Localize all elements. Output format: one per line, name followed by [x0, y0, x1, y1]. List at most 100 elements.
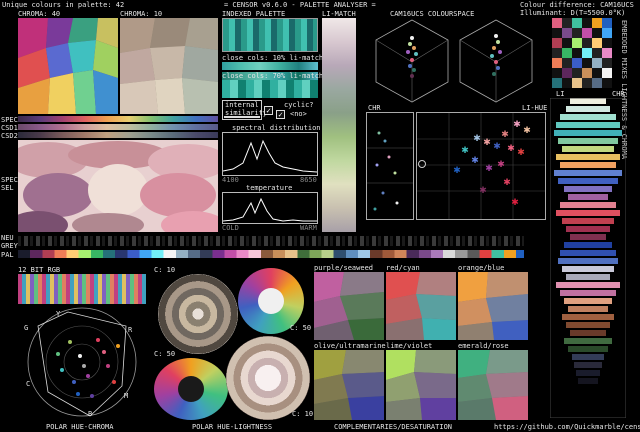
close-cols-70-label: close cols: 70% li-match	[222, 72, 324, 80]
svg-text:✱: ✱	[471, 156, 479, 166]
temperature-warm: WARM	[300, 224, 317, 232]
svg-text:✱: ✱	[513, 120, 521, 130]
close-cols-10-swatches	[222, 62, 318, 70]
comp-map-emerald-rose	[458, 350, 528, 420]
hue-lightness-wheel-c50-bottom-center	[178, 376, 204, 402]
indexed-palette-grid	[222, 18, 318, 52]
cam16ucs-cube-left	[372, 18, 452, 104]
hue-chroma-b-label: B	[88, 410, 93, 418]
hue-chroma-m-label: M	[124, 392, 129, 400]
comp-label-2: orange/blue	[458, 264, 505, 272]
csd2-label: CSD2	[1, 132, 18, 140]
internal-similarity-label: internal similarity	[225, 101, 268, 117]
unique-colours-count: Unique colours in palette: 42	[2, 1, 125, 9]
comp-label-0: purple/seaweed	[314, 264, 374, 272]
footer-polar-hue-lightness: POLAR HUE-LIGHTNESS	[192, 423, 273, 431]
svg-text:✱: ✱	[493, 142, 501, 152]
comp-label-4: lime/violet	[386, 342, 433, 350]
csd2-bar	[18, 132, 218, 138]
chroma-10-title: CHROMA: 10	[120, 10, 163, 18]
footer-polar-hue-chroma: POLAR HUE-CHROMA	[46, 423, 114, 431]
chr-title: CHR	[368, 104, 381, 112]
wheel-c10-bottom-label: C: 10	[292, 410, 314, 418]
neutral-grey-row	[18, 236, 524, 246]
wheel-c10-top-label: C: 10	[154, 266, 176, 274]
polar-hue-chroma-plot	[18, 306, 146, 422]
svg-text:✱: ✱	[501, 130, 509, 140]
palette-strip	[18, 250, 524, 258]
illuminant-label: Illuminant: D(T=5500.0°K)	[520, 9, 626, 17]
spec-sel-mix	[18, 140, 218, 232]
sidebar-li-title: LI	[556, 90, 565, 98]
li-match-title: LI-MATCH	[322, 10, 356, 18]
internal-similarity-checkbox[interactable]: ✓	[264, 106, 273, 115]
svg-text:✱: ✱	[517, 148, 525, 158]
hue-chroma-r-label: R	[128, 326, 133, 334]
svg-text:✱: ✱	[473, 134, 481, 144]
hue-lightness-wheel-c50-bottom	[154, 358, 228, 420]
spectral-distribution-title: spectral distribution	[232, 124, 321, 132]
wheel-c50-b-label: C: 50	[154, 350, 176, 358]
wheel-c50-a-label: C: 50	[290, 324, 312, 332]
chroma-40-title: CHROMA: 40	[18, 10, 61, 18]
temperature-title: temperature	[246, 184, 293, 192]
comp-map-red-cyan	[386, 272, 456, 340]
app-title: = CENSOR v0.6.0 - PALETTE ANALYSER =	[224, 1, 376, 9]
cam16ucs-title: CAM16UCS COLOURSPACE	[390, 10, 475, 18]
temperature-plot	[222, 192, 318, 224]
comp-map-orange-blue	[458, 272, 528, 340]
comp-map-purple-seaweed	[314, 272, 384, 340]
hue-lightness-wheel-c50-top-center	[258, 288, 284, 314]
comp-label-3: olive/ultramarine	[314, 342, 386, 350]
chr-plot	[366, 112, 414, 220]
li-hue-axis-marker	[418, 160, 426, 168]
comp-label-1: red/cyan	[386, 264, 420, 272]
sidebar-palette-grid	[552, 18, 612, 88]
svg-text:✱: ✱	[503, 178, 511, 188]
pal-label: PAL	[1, 251, 14, 259]
neu-grey-label: NEU GREY	[1, 234, 18, 250]
cyclic-label: cyclic?	[284, 101, 314, 109]
indexed-palette-title: INDEXED PALETTE	[222, 10, 286, 18]
svg-text:✱: ✱	[485, 164, 493, 174]
hue-lightness-wheel-c10	[158, 274, 238, 354]
svg-text:✱: ✱	[523, 126, 531, 136]
spectral-min: 4100	[222, 176, 239, 184]
cyclic-checkbox[interactable]: ✓	[276, 110, 285, 119]
spectral-max: 8650	[300, 176, 317, 184]
chroma-10-map	[120, 18, 218, 114]
svg-text:✱: ✱	[497, 160, 505, 170]
colour-difference-label: Colour difference: CAM16UCS	[520, 1, 634, 9]
hue-chroma-y-label: Y	[56, 310, 61, 318]
spectral-distribution-plot	[222, 132, 318, 176]
csd1-label: CSD1	[1, 124, 18, 132]
svg-text:✱: ✱	[507, 144, 515, 154]
footer-complementaries: COMPLEMENTARIES/DESATURATION	[334, 423, 453, 431]
chroma-40-map	[18, 18, 118, 114]
bit12-rgb-grid	[18, 274, 146, 304]
comp-map-lime-violet	[386, 350, 456, 420]
li-match-gradient	[322, 18, 356, 232]
spec-sel-label: SPEC SEL	[1, 176, 18, 192]
cam16ucs-cube-right	[456, 18, 536, 104]
svg-text:✱: ✱	[461, 146, 469, 156]
close-cols-70-swatches	[222, 80, 318, 98]
spec-label: SPEC	[1, 116, 18, 124]
sidebar-chr-title: CHR	[612, 90, 625, 98]
li-hue-plot: ✱ ✱ ✱ ✱ ✱ ✱ ✱ ✱ ✱ ✱ ✱ ✱ ✱ ✱ ✱ ✱	[416, 112, 546, 220]
temperature-cold: COLD	[222, 224, 239, 232]
svg-text:✱: ✱	[511, 198, 519, 208]
cyclic-value: <no>	[290, 110, 307, 118]
internal-similarity-bar	[224, 116, 260, 118]
comp-label-5: emerald/rose	[458, 342, 509, 350]
svg-text:✱: ✱	[453, 166, 461, 176]
li-hue-title: LI-HUE	[522, 104, 548, 112]
github-link[interactable]: https://github.com/Quickmarble/censor	[494, 423, 640, 431]
close-cols-10-label: close cols: 10% li-match	[222, 54, 324, 62]
hue-chroma-g-label: G	[24, 324, 29, 332]
svg-text:✱: ✱	[483, 138, 491, 148]
hue-lightness-wheel-c10-large	[226, 336, 310, 420]
bit12-rgb-title: 12 BIT RGB	[18, 266, 61, 274]
hue-chroma-c-label: C	[26, 380, 31, 388]
spec-bar	[18, 116, 218, 122]
